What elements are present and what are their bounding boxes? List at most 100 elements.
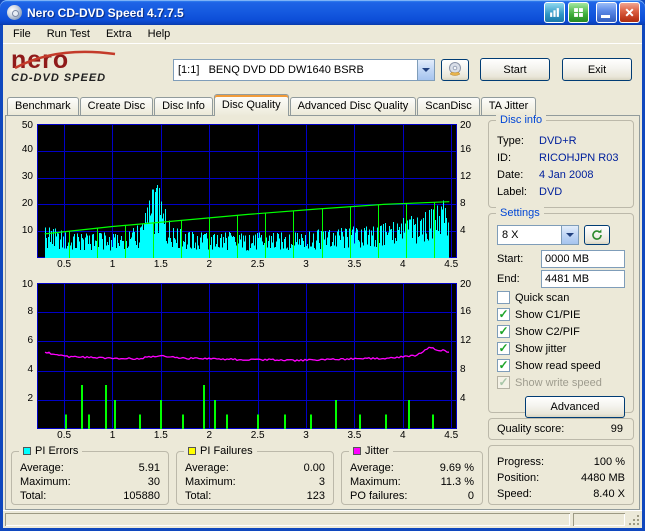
stat-row: Average: 0.00 — [185, 461, 325, 475]
end-input[interactable]: 4481 MB — [541, 269, 625, 288]
stat-row: Average: 5.91 — [20, 461, 160, 475]
pi-errors-panel: PI Errors Average: 5.91 Maximum: 30 Total:… — [11, 444, 169, 505]
axis-tick-label: 12 — [460, 334, 472, 346]
checkbox-icon — [497, 291, 510, 304]
refresh-button[interactable] — [584, 224, 610, 245]
titlebar-buttons — [544, 2, 640, 23]
speed-label: Speed: — [497, 487, 532, 500]
close-icon — [625, 8, 634, 17]
progress-value: 100 % — [593, 455, 625, 468]
drive-select-value: [1:1] BENQ DVD DD DW1640 BSRB — [178, 64, 364, 77]
axis-tick-label: 8 — [27, 305, 33, 317]
tab-bar: Benchmark Create Disc Disc Info Disc Qua… — [3, 93, 642, 116]
stat-label: Maximum: — [350, 475, 401, 488]
tab-benchmark[interactable]: Benchmark — [7, 96, 79, 115]
axis-tick-label: 12 — [460, 171, 472, 183]
speed-row: Speed: 8.40 X — [497, 486, 625, 502]
exit-button[interactable]: Exit — [562, 58, 632, 82]
statistics-row: PI Errors Average: 5.91 Maximum: 30 Total:… — [11, 444, 483, 505]
checkbox-icon — [497, 359, 510, 372]
checkbox-icon — [497, 325, 510, 338]
menu-run-test[interactable]: Run Test — [39, 25, 98, 43]
tab-ta-jitter[interactable]: TA Jitter — [480, 96, 537, 115]
axis-tick-label: 2.5 — [250, 258, 265, 270]
tab-create-disc[interactable]: Create Disc — [79, 96, 154, 115]
start-input[interactable]: 0000 MB — [541, 249, 625, 268]
start-button[interactable]: Start — [480, 58, 550, 82]
checkbox-show-c1-pie[interactable]: Show C1/PIE — [497, 307, 625, 323]
checkbox-show-c2-pif[interactable]: Show C2/PIF — [497, 324, 625, 340]
stat-row: Maximum: 30 — [20, 475, 160, 489]
checkbox-icon — [497, 308, 510, 321]
client-area: File Run Test Extra Help nero CD-DVD SPE… — [3, 25, 642, 528]
checkbox-label: Show C2/PIF — [515, 325, 580, 338]
checkbox-label: Show write speed — [515, 376, 602, 389]
axis-tick-label: 8 — [460, 197, 466, 209]
scan-speed-select[interactable]: 8 X — [497, 224, 579, 245]
advanced-button[interactable]: Advanced — [525, 395, 625, 418]
axis-tick-label: 50 — [21, 119, 33, 131]
axis-tick-label: 3.5 — [347, 258, 362, 270]
position-label: Position: — [497, 471, 540, 484]
tab-advanced-disc-quality[interactable]: Advanced Disc Quality — [289, 96, 417, 115]
checkbox-quick-scan[interactable]: Quick scan — [497, 290, 625, 306]
stat-row: Maximum: 11.3 % — [350, 475, 474, 489]
menu-file[interactable]: File — [5, 25, 39, 43]
disc-info-label: Type: — [497, 134, 524, 147]
stat-value: 0.00 — [303, 461, 325, 474]
disc-info-label: Label: — [497, 185, 527, 198]
resize-grip[interactable] — [626, 511, 642, 529]
axis-tick-label: 20 — [460, 119, 472, 131]
pi-failures-jitter-chart: 2 4 6 8 10 4 8 12 16 20 0.5 1 1.5 2 2.5 3 3.5 4 4.5 — [11, 279, 483, 444]
pi-failures-swatch-icon — [188, 446, 196, 455]
tab-disc-quality[interactable]: Disc Quality — [213, 93, 289, 116]
disc-info-row: Date: 4 Jan 2008 — [497, 167, 625, 184]
stat-label: Average: — [20, 461, 64, 474]
pi-failures-title: PI Failures — [200, 444, 253, 457]
tab-disc-info[interactable]: Disc Info — [154, 96, 213, 115]
stat-label: Maximum: — [185, 475, 236, 488]
quality-score-value: 99 — [610, 422, 623, 435]
burn-disc-button[interactable] — [441, 59, 469, 82]
stat-value: 0 — [467, 489, 474, 502]
axis-tick-label: 1.5 — [153, 429, 168, 441]
speed-value: 8.40 X — [593, 487, 625, 500]
drive-select[interactable]: [1:1] BENQ DVD DD DW1640 BSRB — [173, 59, 435, 82]
jitter-title: Jitter — [365, 444, 389, 457]
tab-scandisc[interactable]: ScanDisc — [417, 96, 480, 115]
close-button[interactable] — [619, 2, 640, 23]
axis-tick-label: 20 — [21, 197, 33, 209]
checkbox-show-jitter[interactable]: Show jitter — [497, 341, 625, 357]
axis-tick-label: 40 — [21, 144, 33, 156]
quality-score-label: Quality score: — [497, 422, 565, 435]
axis-tick-label: 4.5 — [444, 258, 459, 270]
minimize-button[interactable] — [596, 2, 617, 23]
disc-info-row: ID: RICOHJPN R03 — [497, 150, 625, 167]
scan-speed-value: 8 X — [502, 228, 519, 241]
titlebar[interactable]: Nero CD-DVD Speed 4.7.7.5 — [0, 0, 645, 25]
stat-value: 11.3 % — [440, 475, 474, 488]
stat-label: Total: — [20, 489, 47, 502]
menubar: File Run Test Extra Help — [3, 25, 642, 45]
axis-tick-label: 0.5 — [57, 258, 72, 270]
stat-row: PO failures: 0 — [350, 489, 474, 503]
status-panel — [5, 513, 570, 527]
axis-tick-label: 8 — [460, 364, 466, 376]
checkbox-show-read-speed[interactable]: Show read speed — [497, 358, 625, 374]
status-bar — [3, 509, 642, 529]
axis-tick-label: 0.5 — [57, 429, 72, 441]
menu-extra[interactable]: Extra — [98, 25, 140, 43]
stat-label: Maximum: — [20, 475, 71, 488]
combo-arrow-icon[interactable] — [417, 60, 434, 81]
end-label: End: — [497, 272, 520, 285]
chart-icon-button[interactable] — [544, 2, 565, 23]
grid-icon-button[interactable] — [568, 2, 589, 23]
axis-tick-label: 3 — [303, 429, 309, 441]
stat-label: Average: — [350, 461, 394, 474]
axis-tick-label: 4 — [460, 393, 466, 405]
menu-help[interactable]: Help — [140, 25, 179, 43]
pi-failures-panel: PI Failures Average: 0.00 Maximum: 3 Total… — [176, 444, 334, 505]
quality-score-row: Quality score: 99 — [497, 423, 623, 435]
combo-arrow-icon[interactable] — [561, 225, 578, 244]
start-position-row: Start: 0000 MB — [497, 249, 625, 268]
